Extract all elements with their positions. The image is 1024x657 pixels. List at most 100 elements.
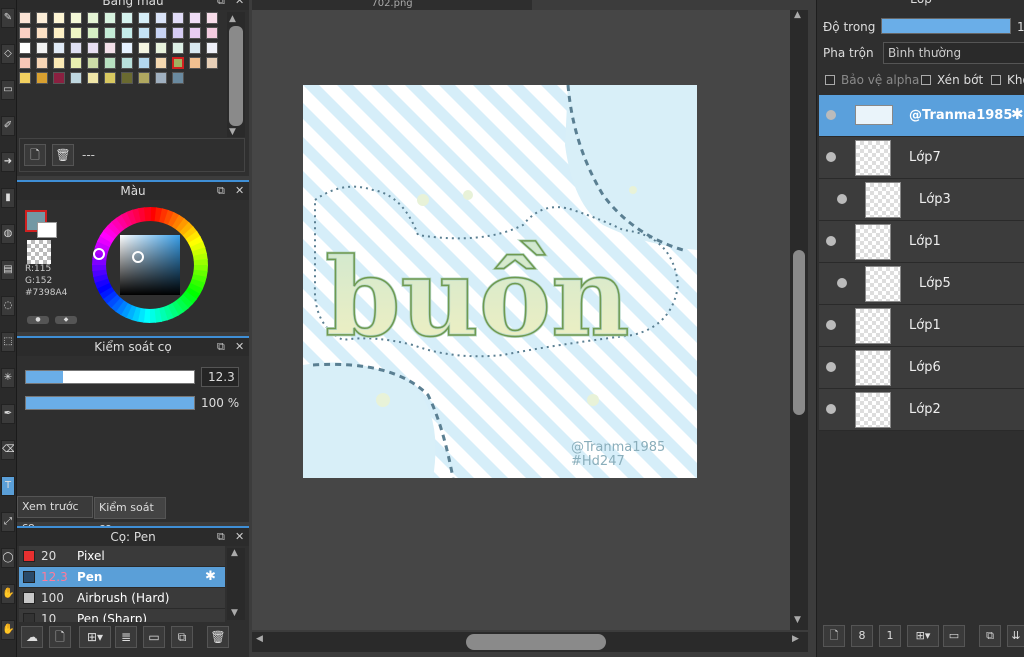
color-swatch[interactable]	[104, 42, 116, 54]
color-swatch[interactable]	[104, 27, 116, 39]
brush-add-menu-button[interactable]: ⊞▾	[79, 626, 111, 648]
brush-delete-button[interactable]: 🗑	[207, 626, 229, 648]
color-swatch[interactable]	[189, 12, 201, 24]
tab-brush-control[interactable]: Kiểm soát cọ	[94, 497, 166, 534]
color-swatch[interactable]	[206, 27, 218, 39]
gear-icon[interactable]: ✱	[205, 569, 216, 584]
color-swatch[interactable]	[138, 72, 150, 84]
color-swatch[interactable]	[53, 57, 65, 69]
color-swatch[interactable]	[155, 72, 167, 84]
color-swatch[interactable]	[138, 12, 150, 24]
close-icon[interactable]: ✕	[235, 338, 244, 356]
magic-wand-tool-icon[interactable]: ✳	[1, 368, 15, 388]
color-swatch[interactable]	[172, 72, 184, 84]
color-swatch[interactable]	[172, 12, 184, 24]
brush-list-item[interactable]: 12.3 Pen ✱	[19, 567, 225, 588]
canvas-vscroll-thumb[interactable]	[793, 250, 805, 415]
color-swatch[interactable]	[19, 72, 31, 84]
scroll-right-icon[interactable]: ▶	[792, 634, 799, 644]
undock-icon[interactable]: ⧉	[217, 0, 225, 10]
brush-new-button[interactable]: 🗋	[49, 626, 71, 648]
color-swatch[interactable]	[36, 12, 48, 24]
layer-row[interactable]: Lớp1	[819, 221, 1024, 263]
brush-tool-icon[interactable]: ✐	[1, 116, 15, 136]
undock-icon[interactable]: ⧉	[217, 528, 225, 546]
text-tool-icon[interactable]: T	[1, 476, 15, 496]
brush-size-slider[interactable]	[25, 370, 195, 384]
layer-row[interactable]: Lớp6	[819, 347, 1024, 389]
new-folder-button[interactable]: ▭	[943, 625, 965, 647]
color-swatch[interactable]	[36, 42, 48, 54]
palette-scroll-thumb[interactable]	[229, 26, 243, 126]
artwork[interactable]: buồn buồn @Tranma1985 #Hd247	[303, 85, 697, 478]
color-wheel[interactable]	[87, 202, 213, 328]
color-swatch[interactable]	[53, 72, 65, 84]
color-swatch[interactable]	[189, 42, 201, 54]
color-swatch[interactable]	[19, 42, 31, 54]
scroll-down-icon[interactable]: ▼	[794, 615, 801, 625]
eyedropper-tool-icon[interactable]: ✒	[1, 404, 15, 424]
close-icon[interactable]: ✕	[235, 528, 244, 546]
color-swatch[interactable]	[104, 12, 116, 24]
scroll-up-icon[interactable]: ▲	[229, 14, 236, 24]
layer-row[interactable]: Lớp2	[819, 389, 1024, 431]
close-icon[interactable]: ✕	[235, 182, 244, 200]
brush-size-value[interactable]: 12.3	[201, 367, 239, 387]
protect-alpha-checkbox[interactable]	[825, 75, 835, 85]
brush-list-scrollbar[interactable]: ▲ ▼	[227, 548, 245, 620]
color-swatch[interactable]	[87, 27, 99, 39]
eye-icon[interactable]	[826, 110, 836, 120]
color-swatch[interactable]	[189, 27, 201, 39]
marquee-tool-icon[interactable]: ⬚	[1, 332, 15, 352]
delete-swatch-button[interactable]: 🗑	[52, 144, 74, 166]
brush-folder-button[interactable]: ▭	[143, 626, 165, 648]
scroll-left-icon[interactable]: ◀	[256, 634, 263, 644]
eye-icon[interactable]	[826, 320, 836, 330]
color-swatch[interactable]	[138, 57, 150, 69]
color-swatch[interactable]	[70, 57, 82, 69]
color-swatch[interactable]	[19, 27, 31, 39]
color-swatch[interactable]	[206, 42, 218, 54]
color-swatch[interactable]	[155, 42, 167, 54]
color-swatch[interactable]	[138, 27, 150, 39]
new-raster-layer-button[interactable]: 8	[851, 625, 873, 647]
lasso-tool-icon[interactable]: ◌	[1, 296, 15, 316]
brush-properties-button[interactable]: ≣	[115, 626, 137, 648]
color-swatch[interactable]	[189, 57, 201, 69]
pen-tool-icon[interactable]: ✎	[1, 8, 15, 28]
color-swatch[interactable]	[70, 42, 82, 54]
blend-mode-select[interactable]: Bình thường	[883, 42, 1024, 64]
color-swatch[interactable]	[121, 42, 133, 54]
transparent-color-swatch[interactable]	[27, 240, 51, 264]
color-swatch[interactable]	[172, 42, 184, 54]
gear-icon[interactable]: ✱	[1011, 105, 1024, 123]
scroll-up-icon[interactable]: ▲	[794, 10, 801, 20]
color-swatch[interactable]	[36, 27, 48, 39]
canvas-hscrollbar[interactable]: ◀ ▶	[252, 632, 808, 652]
eye-icon[interactable]	[826, 404, 836, 414]
color-swatch[interactable]	[104, 57, 116, 69]
color-swatch[interactable]	[53, 42, 65, 54]
bucket-tool-icon[interactable]: ◍	[1, 224, 15, 244]
lock-checkbox[interactable]	[991, 75, 1001, 85]
close-icon[interactable]: ✕	[235, 0, 244, 10]
brush-list-item[interactable]: 20 Pixel	[19, 546, 225, 567]
eye-icon[interactable]	[837, 278, 847, 288]
transform-tool-icon[interactable]: ⤢	[1, 512, 15, 532]
brush-list-item[interactable]: 10 Pen (Sharp)	[19, 609, 225, 622]
fill-tool-icon[interactable]: ▮	[1, 188, 15, 208]
canvas-hscroll-thumb[interactable]	[466, 634, 606, 650]
layer-row[interactable]: Lớp7	[819, 137, 1024, 179]
layer-opacity-slider[interactable]	[881, 18, 1011, 34]
new-layer-button[interactable]: 🗋	[823, 625, 845, 647]
move-tool-icon[interactable]: ➜	[1, 152, 15, 172]
color-swatch[interactable]	[155, 57, 167, 69]
color-swatch[interactable]	[138, 42, 150, 54]
brush-list-item[interactable]: 100 Airbrush (Hard)	[19, 588, 225, 609]
color-swatch[interactable]	[36, 72, 48, 84]
layer-row[interactable]: Lớp1	[819, 305, 1024, 347]
color-swatch[interactable]	[172, 57, 184, 69]
layer-row[interactable]: @Tranma1985 ✱	[819, 95, 1024, 137]
palette-name-field[interactable]: ---	[82, 148, 95, 162]
smudge-tool-icon[interactable]: ✋	[1, 584, 15, 604]
